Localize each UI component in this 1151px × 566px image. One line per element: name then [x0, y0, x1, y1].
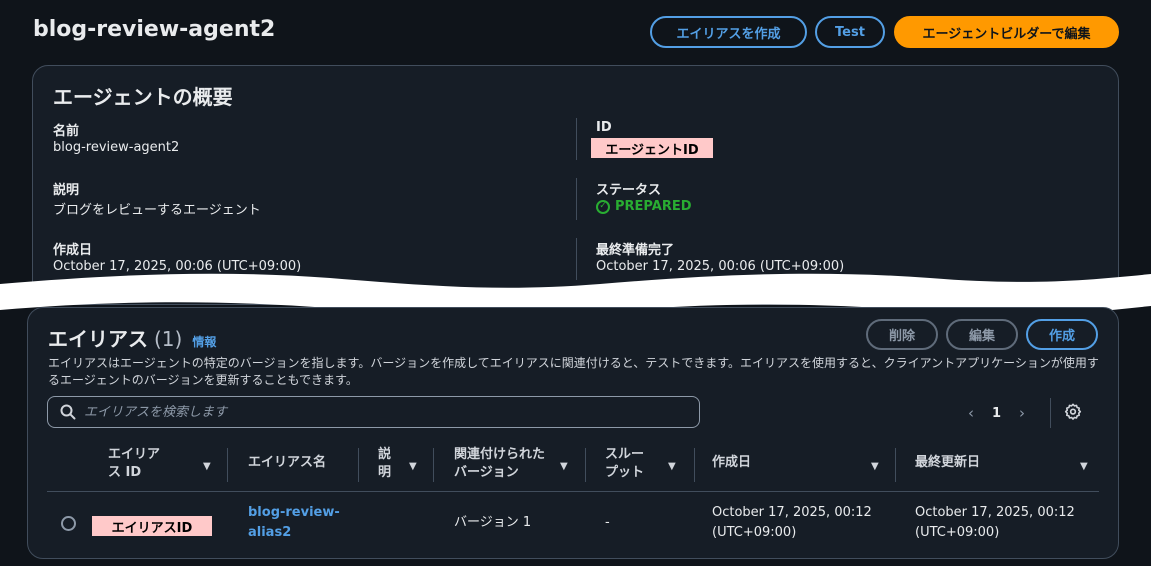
status-label: ステータス: [596, 183, 662, 198]
row-select-radio[interactable]: [61, 516, 76, 531]
column-divider: [895, 448, 896, 482]
search-input[interactable]: [84, 404, 684, 420]
updated-timezone: (UTC+09:00): [915, 525, 1000, 540]
check-circle-icon: ✓: [596, 199, 610, 214]
column-divider: [227, 448, 228, 482]
column-divider: [576, 118, 577, 160]
aliases-title: エイリアス: [48, 327, 148, 351]
alias-name-line2[interactable]: alias2: [248, 523, 340, 543]
description-value: ブログをレビューするエージェント: [53, 203, 261, 218]
column-header-created[interactable]: 作成日: [712, 454, 751, 472]
column-divider: [358, 448, 359, 482]
chevron-left-icon[interactable]: ‹: [968, 404, 974, 422]
search-icon: [60, 404, 76, 420]
column-header-alias-name[interactable]: エイリアス名: [248, 454, 326, 472]
last-prepared-label: 最終準備完了: [596, 243, 675, 258]
status-value: PREPARED: [615, 199, 692, 214]
page-title: blog-review-agent2: [33, 17, 276, 42]
id-label: ID: [596, 120, 612, 135]
page-number[interactable]: 1: [992, 406, 1001, 421]
sort-icon[interactable]: ▼: [1080, 461, 1088, 472]
alias-name-line1[interactable]: blog-review-: [248, 503, 340, 523]
edit-button[interactable]: 編集: [946, 319, 1018, 350]
overview-title: エージェントの概要: [53, 85, 233, 109]
info-link[interactable]: 情報: [192, 333, 216, 350]
page-header: blog-review-agent2 エイリアスを作成 Test エージェントビ…: [0, 0, 1151, 62]
alias-name-link[interactable]: blog-review- alias2: [248, 503, 340, 543]
name-value: blog-review-agent2: [53, 140, 180, 155]
created-label: 作成日: [53, 243, 93, 258]
column-header-version[interactable]: 関連付けられたバージョン: [454, 446, 546, 482]
edit-in-builder-button[interactable]: エージェントビルダーで編集: [894, 16, 1119, 48]
version-cell: バージョン 1: [454, 515, 532, 530]
aliases-description: エイリアスはエージェントの特定のバージョンを指します。バージョンを作成してエイリ…: [48, 356, 1099, 387]
pagination-divider: [1050, 398, 1051, 428]
sort-icon[interactable]: ▼: [668, 461, 676, 472]
name-label: 名前: [53, 124, 80, 139]
created-timezone: (UTC+09:00): [712, 525, 797, 540]
created-cell: October 17, 2025, 00:12 (UTC+09:00): [712, 503, 872, 543]
column-divider: [585, 448, 586, 482]
created-date: October 17, 2025, 00:12: [712, 505, 872, 520]
aliases-heading: エイリアス (1) 情報: [48, 323, 216, 352]
aliases-panel: エイリアス (1) 情報 削除 編集 作成 エイリアスはエージェントの特定のバー…: [27, 307, 1119, 559]
create-button[interactable]: 作成: [1026, 319, 1098, 350]
status-badge: ✓ PREPARED: [596, 199, 692, 214]
gear-icon[interactable]: [1064, 403, 1082, 421]
column-divider: [433, 448, 434, 482]
agent-id-value: エージェントID: [591, 138, 713, 158]
description-label: 説明: [53, 183, 80, 198]
column-header-description[interactable]: 説明: [378, 446, 394, 482]
pagination: ‹ 1 ›: [968, 403, 1025, 423]
column-divider: [576, 178, 577, 220]
sort-icon[interactable]: ▼: [409, 461, 417, 472]
sort-icon[interactable]: ▼: [871, 461, 879, 472]
aliases-count: (1): [154, 327, 183, 351]
throughput-cell: -: [605, 515, 610, 530]
updated-date: October 17, 2025, 00:12: [915, 505, 1075, 520]
chevron-right-icon[interactable]: ›: [1019, 404, 1025, 422]
column-header-throughput[interactable]: スループット: [605, 446, 655, 482]
create-alias-button[interactable]: エイリアスを作成: [650, 16, 807, 48]
delete-button[interactable]: 削除: [866, 319, 938, 350]
column-header-updated[interactable]: 最終更新日: [915, 454, 980, 472]
test-button[interactable]: Test: [815, 16, 885, 48]
sort-icon[interactable]: ▼: [203, 461, 211, 472]
table-header-divider: [47, 491, 1099, 492]
column-divider: [694, 448, 695, 482]
search-box[interactable]: [47, 396, 700, 428]
alias-id-cell: エイリアスID: [92, 516, 212, 536]
updated-cell: October 17, 2025, 00:12 (UTC+09:00): [915, 503, 1075, 543]
sort-icon[interactable]: ▼: [560, 461, 568, 472]
column-header-alias-id[interactable]: エイリアス ID: [108, 446, 168, 482]
